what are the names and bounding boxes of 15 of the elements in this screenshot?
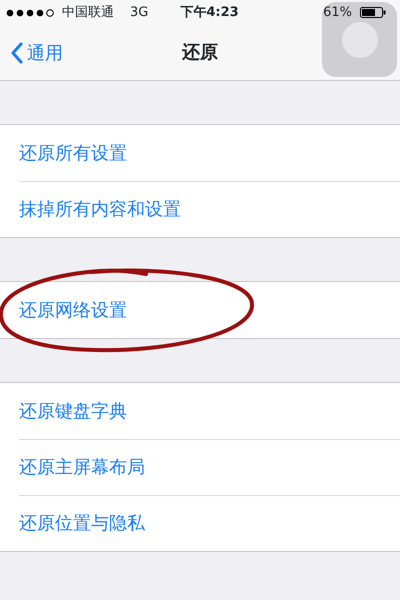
settings-item[interactable]: 抹掉所有内容和设置	[19, 181, 400, 237]
back-button[interactable]: 通用	[0, 25, 63, 81]
assistive-touch-button[interactable]	[322, 2, 397, 77]
settings-item[interactable]: 还原主屏幕布局	[19, 439, 400, 495]
page-title: 还原	[182, 41, 218, 65]
settings-item[interactable]: 还原所有设置	[0, 125, 400, 181]
settings-item[interactable]: 还原键盘字典	[0, 383, 400, 439]
settings-item[interactable]: 还原网络设置	[0, 282, 400, 338]
battery-percent: 61%	[323, 4, 352, 22]
carrier-name: 中国联通	[62, 4, 114, 22]
settings-item[interactable]: 还原位置与隐私	[19, 495, 400, 551]
chevron-left-icon	[10, 42, 23, 64]
battery-icon	[360, 7, 386, 18]
network-type: 3G	[130, 4, 148, 22]
status-time: 下午4:23	[180, 4, 239, 22]
